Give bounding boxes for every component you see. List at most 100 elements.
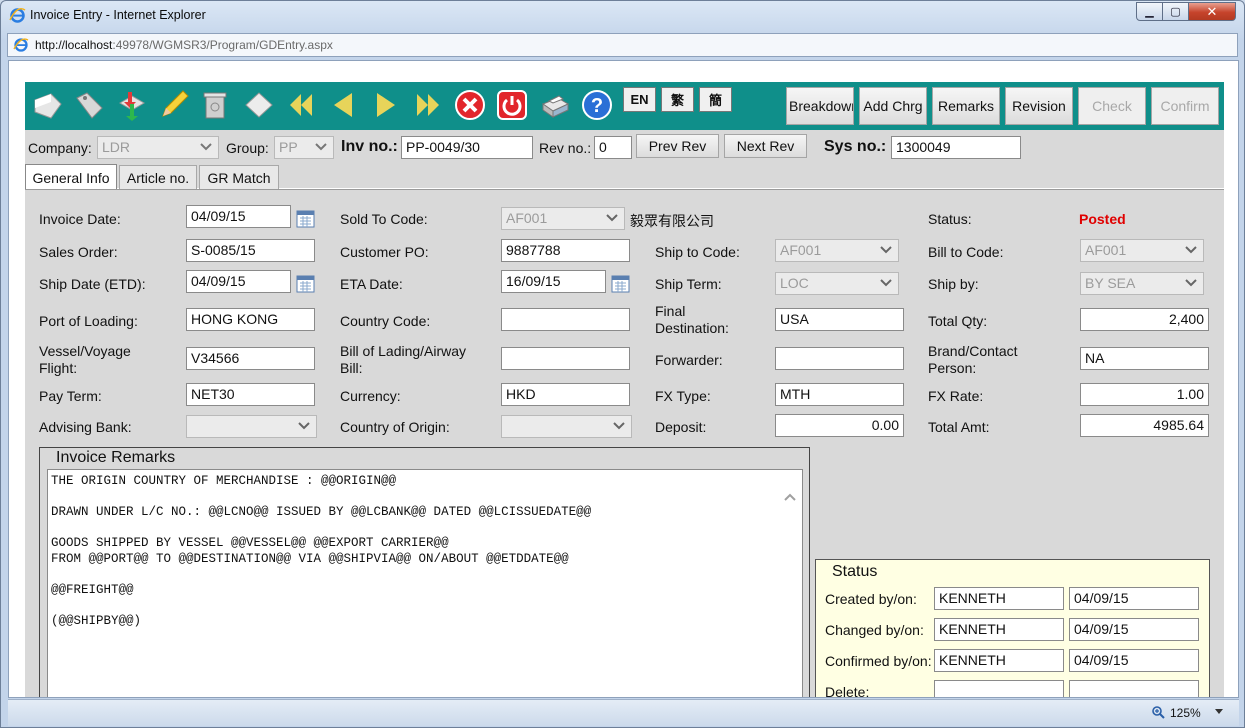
ship-term-select[interactable]: LOC xyxy=(775,272,899,295)
sys-no-input[interactable]: 1300049 xyxy=(891,136,1021,159)
changed-on-input[interactable]: 04/09/15 xyxy=(1069,618,1199,641)
close-button[interactable]: ✕ xyxy=(1188,2,1236,21)
scroll-up-icon[interactable] xyxy=(782,489,798,505)
copy-arrows-icon[interactable] xyxy=(115,88,149,122)
final-destination-label: Final Destination: xyxy=(655,303,729,336)
chevron-down-icon xyxy=(298,422,310,430)
last-record-icon[interactable] xyxy=(411,88,445,122)
address-bar[interactable]: http://localhost:49978/WGMSR3/Program/GD… xyxy=(7,33,1238,57)
brand-contact-input[interactable]: NA xyxy=(1080,347,1209,370)
tag-icon[interactable] xyxy=(72,88,106,122)
advising-bank-select[interactable] xyxy=(186,415,317,438)
total-amt-input[interactable]: 4985.64 xyxy=(1080,414,1209,437)
next-rev-button[interactable]: Next Rev xyxy=(724,134,807,158)
first-record-icon[interactable] xyxy=(284,88,318,122)
calendar-icon[interactable] xyxy=(296,209,315,228)
confirmed-by-input[interactable]: KENNETH xyxy=(934,649,1064,672)
ship-to-code-label: Ship to Code: xyxy=(655,244,740,260)
tab-gr-match[interactable]: GR Match xyxy=(199,165,279,189)
chevron-down-icon[interactable] xyxy=(1214,708,1224,716)
vessel-voyage-label: Vessel/Voyage Flight: xyxy=(39,343,131,376)
created-by-label: Created by/on: xyxy=(825,591,917,607)
inv-no-input[interactable]: PP-0049/30 xyxy=(401,136,533,159)
ship-by-select[interactable]: BY SEA xyxy=(1080,272,1204,295)
ship-by-label: Ship by: xyxy=(928,276,979,292)
help-icon[interactable]: ? xyxy=(580,88,614,122)
cancel-icon[interactable] xyxy=(453,88,487,122)
eraser-icon[interactable] xyxy=(242,88,276,122)
calendar-icon[interactable] xyxy=(296,274,315,293)
pencil-edit-icon[interactable] xyxy=(157,88,191,122)
confirmed-on-input[interactable]: 04/09/15 xyxy=(1069,649,1199,672)
forwarder-input[interactable] xyxy=(775,347,904,370)
lang-simplified-button[interactable]: 簡 xyxy=(699,87,732,112)
lang-en-button[interactable]: EN xyxy=(623,87,656,112)
chevron-down-icon xyxy=(200,143,212,151)
eta-date-input[interactable]: 16/09/15 xyxy=(501,270,606,293)
check-button[interactable]: Check xyxy=(1078,87,1146,125)
toolbar: ? EN 繁 簡 Breakdown Add Chrg Remarks Revi… xyxy=(25,82,1224,130)
company-select[interactable]: LDR xyxy=(97,136,219,159)
maximize-button[interactable]: ▢ xyxy=(1162,2,1189,21)
chevron-down-icon xyxy=(606,214,618,222)
fx-type-input[interactable]: MTH xyxy=(775,383,904,406)
customer-po-input[interactable]: 9887788 xyxy=(501,239,630,262)
ship-date-input[interactable]: 04/09/15 xyxy=(186,270,291,293)
group-label: Group: xyxy=(226,140,269,156)
port-of-loading-input[interactable]: HONG KONG xyxy=(186,308,315,331)
country-of-origin-select[interactable] xyxy=(501,415,632,438)
confirm-button[interactable]: Confirm xyxy=(1151,87,1219,125)
ship-to-code-select[interactable]: AF001 xyxy=(775,239,899,262)
zoom-level[interactable]: 125% xyxy=(1170,706,1201,720)
minimize-button[interactable]: ▁ xyxy=(1136,2,1163,21)
invoice-remarks-textarea[interactable]: THE ORIGIN COUNTRY OF MERCHANDISE : @@OR… xyxy=(47,469,803,697)
revision-button[interactable]: Revision xyxy=(1005,87,1073,125)
vessel-voyage-input[interactable]: V34566 xyxy=(186,347,315,370)
delete-on-input[interactable] xyxy=(1069,680,1199,697)
deposit-input[interactable]: 0.00 xyxy=(775,414,904,437)
title-bar: Invoice Entry - Internet Explorer ▁ ▢ ✕ xyxy=(1,1,1244,31)
pay-term-input[interactable]: NET30 xyxy=(186,383,315,406)
new-document-icon[interactable] xyxy=(31,88,65,122)
rev-no-input[interactable]: 0 xyxy=(594,136,632,159)
tab-article-no[interactable]: Article no. xyxy=(119,165,197,189)
sales-order-input[interactable]: S-0085/15 xyxy=(186,239,315,262)
status-group-title: Status xyxy=(832,563,878,580)
tab-general-info[interactable]: General Info xyxy=(25,164,117,190)
sales-order-label: Sales Order: xyxy=(39,244,118,260)
prev-rev-button[interactable]: Prev Rev xyxy=(636,134,719,158)
inv-no-label: Inv no.: xyxy=(341,138,398,155)
ie-page-icon xyxy=(13,38,29,52)
fx-rate-input[interactable]: 1.00 xyxy=(1080,383,1209,406)
invoice-date-input[interactable]: 04/09/15 xyxy=(186,205,291,228)
forwarder-label: Forwarder: xyxy=(655,352,723,368)
bill-of-lading-input[interactable] xyxy=(501,347,630,370)
delete-by-input[interactable] xyxy=(934,680,1064,697)
changed-by-input[interactable]: KENNETH xyxy=(934,618,1064,641)
calendar-icon[interactable] xyxy=(611,274,630,293)
breakdown-button[interactable]: Breakdown xyxy=(786,87,854,125)
zoom-icon[interactable] xyxy=(1151,705,1165,719)
address-url: http://localhost:49978/WGMSR3/Program/GD… xyxy=(35,38,333,52)
currency-input[interactable]: HKD xyxy=(501,383,630,406)
lang-traditional-button[interactable]: 繁 xyxy=(661,87,694,112)
window-title: Invoice Entry - Internet Explorer xyxy=(30,8,206,22)
add-chrg-button[interactable]: Add Chrg xyxy=(859,87,927,125)
created-by-input[interactable]: KENNETH xyxy=(934,587,1064,610)
bill-to-code-select[interactable]: AF001 xyxy=(1080,239,1204,262)
created-on-input[interactable]: 04/09/15 xyxy=(1069,587,1199,610)
remarks-button[interactable]: Remarks xyxy=(932,87,1000,125)
pay-term-label: Pay Term: xyxy=(39,388,102,404)
print-icon[interactable] xyxy=(538,88,572,122)
trash-icon[interactable] xyxy=(198,88,232,122)
power-icon[interactable] xyxy=(495,88,529,122)
group-select[interactable]: PP xyxy=(274,136,334,159)
total-qty-input[interactable]: 2,400 xyxy=(1080,308,1209,331)
previous-record-icon[interactable] xyxy=(326,88,360,122)
next-record-icon[interactable] xyxy=(369,88,403,122)
sold-to-code-select[interactable]: AF001 xyxy=(501,207,625,230)
rev-no-label: Rev no.: xyxy=(539,140,592,156)
final-destination-input[interactable]: USA xyxy=(775,308,904,331)
country-code-input[interactable] xyxy=(501,308,630,331)
chevron-down-icon xyxy=(880,246,892,254)
